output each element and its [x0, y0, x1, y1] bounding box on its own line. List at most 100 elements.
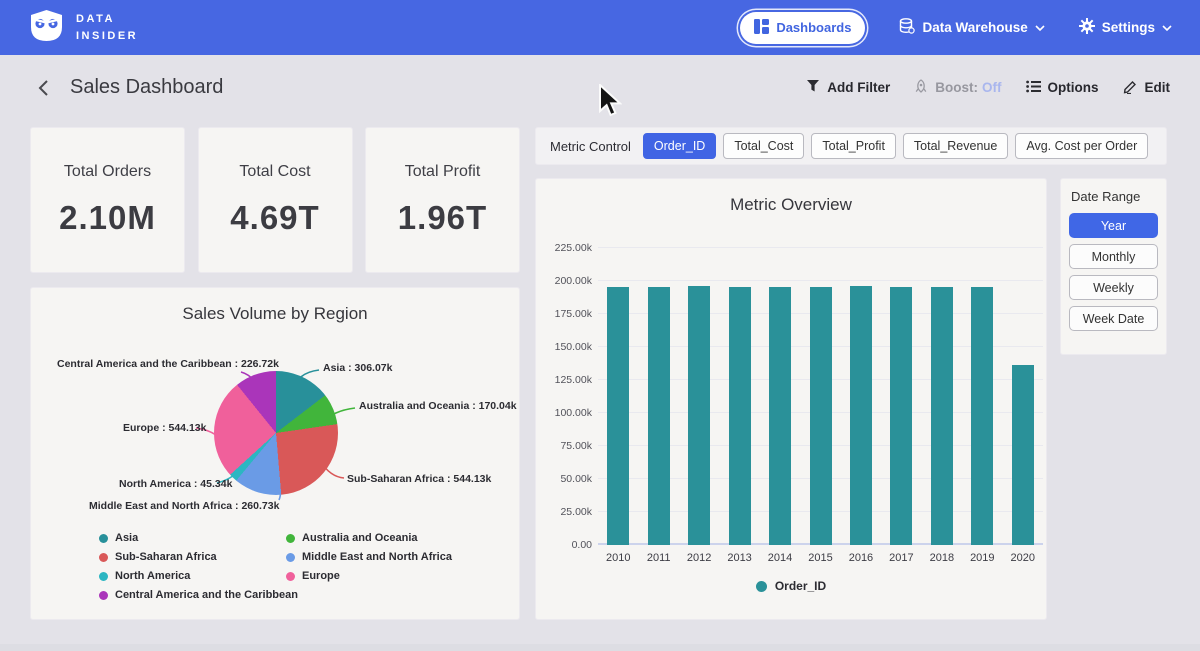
- bar-legend-label: Order_ID: [775, 579, 826, 593]
- bar-2016[interactable]: [850, 286, 872, 545]
- bar-2020[interactable]: [1012, 365, 1034, 545]
- pie-label-sub-saharan: Sub-Saharan Africa : 544.13k: [347, 473, 491, 485]
- x-tick-label: 2014: [760, 552, 800, 564]
- nav-data-warehouse-button[interactable]: Data Warehouse: [899, 18, 1044, 37]
- pie-legend-item-europe: Europe: [286, 570, 452, 582]
- owl-logo-icon: [28, 9, 65, 47]
- bar-2011[interactable]: [648, 287, 670, 545]
- kpi-value: 2.10M: [59, 199, 156, 237]
- list-icon: [1026, 80, 1041, 96]
- bar-2010[interactable]: [607, 287, 629, 545]
- date-range-options: Year Monthly Weekly Week Date: [1069, 213, 1158, 331]
- metric-control-label: Metric Control: [550, 139, 631, 154]
- legend-dot-icon: [99, 534, 108, 543]
- y-tick-label: 125.00k: [540, 374, 592, 386]
- pie-legend-item-middle-east-and-north-africa: Middle East and North Africa: [286, 551, 452, 563]
- y-tick-label: 150.00k: [540, 341, 592, 353]
- bar-chart-plot: 225.00k200.00k175.00k150.00k125.00k100.0…: [598, 248, 1043, 545]
- gridline: [598, 247, 1043, 248]
- page-title: Sales Dashboard: [70, 76, 223, 99]
- x-tick-label: 2018: [922, 552, 962, 564]
- edit-button[interactable]: Edit: [1123, 79, 1171, 97]
- x-tick-label: 2013: [720, 552, 760, 564]
- bar-2017[interactable]: [890, 287, 912, 545]
- pie-legend-item-australia-and-oceania: Australia and Oceania: [286, 532, 452, 544]
- rocket-icon: [914, 79, 928, 97]
- date-range-label: Date Range: [1069, 189, 1158, 204]
- metric-chip-total-profit[interactable]: Total_Profit: [811, 133, 896, 159]
- pie-chart[interactable]: [214, 371, 338, 495]
- kpi-label: Total Profit: [405, 163, 481, 181]
- date-range-weekly[interactable]: Weekly: [1069, 275, 1158, 300]
- date-range-monthly[interactable]: Monthly: [1069, 244, 1158, 269]
- date-range-year[interactable]: Year: [1069, 213, 1158, 238]
- kpi-card-total-orders: Total Orders 2.10M: [30, 127, 185, 273]
- bar-2018[interactable]: [931, 287, 953, 545]
- pie-chart-area: Asia : 306.07k Australia and Oceania : 1…: [31, 288, 519, 619]
- bar-2012[interactable]: [688, 286, 710, 545]
- pie-label-central-america: Central America and the Caribbean : 226.…: [57, 358, 279, 370]
- bar-chart-title: Metric Overview: [536, 179, 1046, 215]
- pie-label-australia: Australia and Oceania : 170.04k: [359, 400, 517, 412]
- legend-dot-icon: [99, 553, 108, 562]
- gridline: [598, 280, 1043, 281]
- kpi-label: Total Orders: [64, 163, 151, 181]
- boost-toggle[interactable]: Boost: Off: [914, 79, 1001, 97]
- legend-dot-icon: [756, 581, 767, 592]
- legend-dot-icon: [99, 572, 108, 581]
- pie-label-asia: Asia : 306.07k: [323, 362, 392, 374]
- options-button[interactable]: Options: [1026, 80, 1099, 96]
- metric-chip-total-revenue[interactable]: Total_Revenue: [903, 133, 1008, 159]
- kpi-card-total-profit: Total Profit 1.96T: [365, 127, 520, 273]
- add-filter-button[interactable]: Add Filter: [806, 79, 890, 96]
- brand-logo: DATA INSIDER: [28, 9, 138, 47]
- y-tick-label: 25.00k: [540, 506, 592, 518]
- y-tick-label: 100.00k: [540, 407, 592, 419]
- x-tick-label: 2016: [841, 552, 881, 564]
- gear-icon: [1079, 18, 1095, 37]
- nav-dashboards-button[interactable]: Dashboards: [740, 12, 865, 44]
- y-tick-label: 0.00: [540, 539, 592, 551]
- pie-legend-item-asia: Asia: [99, 532, 286, 544]
- nav-settings-button[interactable]: Settings: [1079, 18, 1172, 37]
- bar-2014[interactable]: [769, 287, 791, 545]
- x-tick-label: 2020: [1003, 552, 1043, 564]
- kpi-row: Total Orders 2.10M Total Cost 4.69T Tota…: [30, 127, 520, 273]
- pie-chart-card: Sales Volume by Region Asia : 306.07k Au…: [30, 287, 520, 620]
- metric-control-bar: Metric Control Order_ID Total_Cost Total_P…: [535, 127, 1167, 165]
- chevron-down-icon: [1162, 20, 1172, 35]
- nav-settings-label: Settings: [1102, 20, 1155, 35]
- legend-dot-icon: [286, 572, 295, 581]
- kpi-card-total-cost: Total Cost 4.69T: [198, 127, 353, 273]
- pie-legend-item-sub-saharan-africa: Sub-Saharan Africa: [99, 551, 286, 563]
- x-tick-label: 2010: [598, 552, 638, 564]
- y-tick-label: 200.00k: [540, 275, 592, 287]
- pie-label-middle-east: Middle East and North Africa : 260.73k: [89, 500, 279, 512]
- metric-chip-total-cost[interactable]: Total_Cost: [723, 133, 804, 159]
- legend-dot-icon: [286, 553, 295, 562]
- dashboards-grid-icon: [754, 19, 769, 37]
- kpi-label: Total Cost: [239, 163, 310, 181]
- boost-label: Boost:: [935, 80, 978, 95]
- pie-label-europe: Europe : 544.13k: [123, 422, 206, 434]
- x-tick-label: 2017: [881, 552, 921, 564]
- metric-chip-order-id[interactable]: Order_ID: [643, 133, 716, 159]
- pie-legend-item-north-america: North America: [99, 570, 286, 582]
- back-button[interactable]: [30, 75, 56, 101]
- pencil-icon: [1123, 79, 1138, 97]
- metric-chip-avg-cost-per-order[interactable]: Avg. Cost per Order: [1015, 133, 1148, 159]
- x-tick-label: 2012: [679, 552, 719, 564]
- pie-legend: AsiaSub-Saharan AfricaNorth AmericaCentr…: [99, 532, 452, 601]
- filter-funnel-icon: [806, 79, 820, 96]
- y-tick-label: 50.00k: [540, 473, 592, 485]
- x-tick-label: 2019: [962, 552, 1002, 564]
- metric-chips: Order_ID Total_Cost Total_Profit Total_Reve…: [643, 133, 1148, 159]
- chevron-down-icon: [1035, 20, 1045, 35]
- bar-2019[interactable]: [971, 287, 993, 545]
- database-icon: [899, 18, 915, 37]
- chevron-left-icon: [37, 79, 49, 97]
- bar-2013[interactable]: [729, 287, 751, 545]
- date-range-week-date[interactable]: Week Date: [1069, 306, 1158, 331]
- nav-dashboards-label: Dashboards: [776, 20, 851, 35]
- bar-2015[interactable]: [810, 287, 832, 545]
